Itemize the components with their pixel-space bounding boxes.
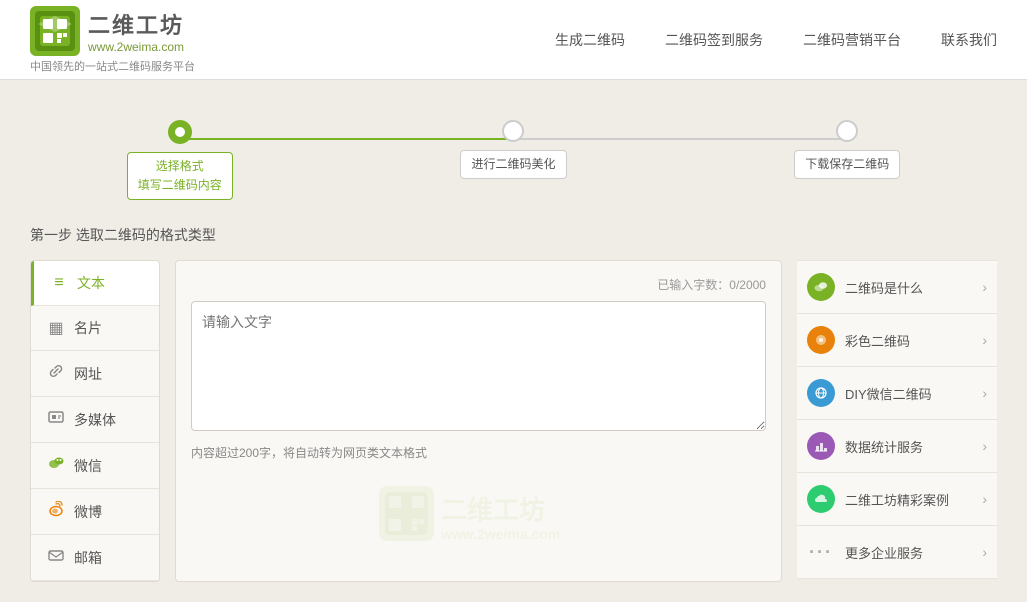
right-item-diy[interactable]: DIY微信二维码 › — [797, 367, 997, 420]
logo-title: 二维工坊 — [88, 8, 184, 40]
nav-generate[interactable]: 生成二维码 — [555, 30, 625, 50]
nav-contact[interactable]: 联系我们 — [941, 30, 997, 50]
main-content: 选择格式填写二维码内容 进行二维码美化 下载保存二维码 第一步 选取二维码的格式… — [0, 80, 1027, 602]
sidebar-label-text: 文本 — [77, 273, 105, 293]
right-label-stats: 数据统计服务 — [845, 437, 972, 456]
right-item-what[interactable]: 二维码是什么 › — [797, 260, 997, 314]
step-2: 进行二维码美化 — [460, 120, 566, 200]
sidebar-label-card: 名片 — [74, 318, 102, 338]
right-arrow-stats: › — [982, 438, 987, 454]
nav-checkin[interactable]: 二维码签到服务 — [665, 30, 763, 50]
url-icon — [46, 363, 66, 384]
right-label-diy: DIY微信二维码 — [845, 384, 972, 403]
watermark-logo: 二维工坊 www.2weima.com — [191, 481, 766, 561]
svg-text:www.2weima.com: www.2weima.com — [440, 526, 560, 542]
wechat-bubble-icon — [807, 273, 835, 301]
right-arrow-diy: › — [982, 385, 987, 401]
text-icon: ≡ — [49, 274, 69, 292]
right-arrow-color: › — [982, 332, 987, 348]
email-icon — [46, 547, 66, 568]
logo-area: 二维工坊 www.2weima.com 中国领先的一站式二维码服务平台 — [30, 6, 195, 74]
logo-icon — [30, 6, 80, 56]
chart-icon — [807, 432, 835, 460]
right-item-more[interactable]: ··· 更多企业服务 › — [797, 526, 997, 579]
wechat-icon — [46, 455, 66, 476]
sidebar-label-email: 邮箱 — [74, 548, 102, 568]
step-3-circle — [836, 120, 858, 142]
globe-icon — [807, 379, 835, 407]
step-3-label: 下载保存二维码 — [794, 150, 900, 179]
right-item-color[interactable]: 彩色二维码 › — [797, 314, 997, 367]
logo-url: www.2weima.com — [88, 40, 184, 54]
right-label-more: 更多企业服务 — [845, 543, 972, 562]
right-item-cases[interactable]: 二维工坊精彩案例 › — [797, 473, 997, 526]
sidebar-item-url[interactable]: 网址 — [31, 351, 159, 397]
right-arrow-what: › — [982, 279, 987, 295]
logo-text-block: 二维工坊 www.2weima.com — [88, 8, 184, 54]
char-count: 已输入字数：0/2000 — [191, 276, 766, 293]
cloud-icon — [807, 485, 835, 513]
left-sidebar: ≡ 文本 ▦ 名片 网址 — [30, 260, 160, 582]
logo-subtitle: 中国领先的一站式二维码服务平台 — [30, 58, 195, 74]
nav-marketing[interactable]: 二维码营销平台 — [803, 30, 901, 50]
watermark-area: 二维工坊 www.2weima.com — [191, 481, 766, 561]
step-1-label: 选择格式填写二维码内容 — [127, 152, 233, 200]
nav: 生成二维码 二维码签到服务 二维码营销平台 联系我们 — [555, 30, 997, 50]
sidebar-label-url: 网址 — [74, 364, 102, 384]
svg-text:二维工坊: 二维工坊 — [441, 495, 545, 525]
color-qr-icon — [807, 326, 835, 354]
header: 二维工坊 www.2weima.com 中国领先的一站式二维码服务平台 生成二维… — [0, 0, 1027, 80]
media-icon — [46, 409, 66, 430]
sidebar-item-card[interactable]: ▦ 名片 — [31, 306, 159, 351]
dots-icon: ··· — [807, 538, 835, 566]
sidebar-label-wechat: 微信 — [74, 456, 102, 476]
steps-wrapper: 选择格式填写二维码内容 进行二维码美化 下载保存二维码 — [127, 120, 901, 200]
right-label-what: 二维码是什么 — [845, 278, 972, 297]
sidebar-item-weibo[interactable]: 微博 — [31, 489, 159, 535]
step-2-label: 进行二维码美化 — [460, 150, 566, 179]
step-1-circle — [168, 120, 192, 144]
weibo-icon — [46, 501, 66, 522]
content-grid: ≡ 文本 ▦ 名片 网址 — [30, 260, 997, 582]
right-label-color: 彩色二维码 — [845, 331, 972, 350]
step-2-circle — [502, 120, 524, 142]
step-3: 下载保存二维码 — [794, 120, 900, 200]
right-label-cases: 二维工坊精彩案例 — [845, 490, 972, 509]
steps-container: 选择格式填写二维码内容 进行二维码美化 下载保存二维码 — [30, 100, 997, 210]
step-1: 选择格式填写二维码内容 — [127, 120, 233, 200]
sidebar-item-media[interactable]: 多媒体 — [31, 397, 159, 443]
right-item-stats[interactable]: 数据统计服务 › — [797, 420, 997, 473]
sidebar-item-text[interactable]: ≡ 文本 — [31, 261, 159, 306]
card-icon: ▦ — [46, 318, 66, 338]
sidebar-label-weibo: 微博 — [74, 502, 102, 522]
logo-main: 二维工坊 www.2weima.com — [30, 6, 195, 56]
sidebar-item-wechat[interactable]: 微信 — [31, 443, 159, 489]
section-title: 第一步 选取二维码的格式类型 — [30, 225, 997, 245]
right-arrow-more: › — [982, 544, 987, 560]
right-arrow-cases: › — [982, 491, 987, 507]
center-content: 已输入字数：0/2000 内容超过200字，将自动转为网页类文本格式 — [175, 260, 782, 582]
sidebar-item-email[interactable]: 邮箱 — [31, 535, 159, 581]
sidebar-label-media: 多媒体 — [74, 410, 116, 430]
right-sidebar: 二维码是什么 › 彩色二维码 › — [797, 260, 997, 582]
text-input[interactable] — [191, 301, 766, 431]
text-hint: 内容超过200字，将自动转为网页类文本格式 — [191, 444, 766, 461]
